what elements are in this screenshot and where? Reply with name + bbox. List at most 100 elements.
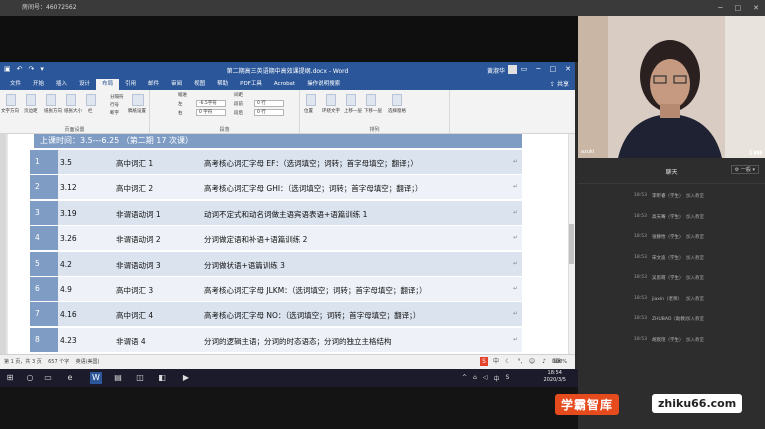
page-indicator[interactable]: 第 1 页，共 3 页 (4, 359, 42, 365)
task-view-icon[interactable]: ▭ (42, 372, 54, 384)
chat-message: 18:53 吴思萌（学生） 加入教室 (578, 268, 765, 289)
left-indent-input[interactable]: -6.5字符 (196, 100, 226, 107)
after-spacing-input[interactable]: 0 行 (254, 109, 284, 116)
text-direction-icon[interactable] (6, 94, 16, 106)
selection-pane-icon[interactable] (392, 94, 402, 106)
document-page[interactable]: 上课时间：3.5---6.25 （第二期 17 次课） 1 3.5 高中词汇 1 高考… (8, 134, 568, 354)
search-icon[interactable]: ○ (24, 372, 36, 384)
row-number: 8 (30, 327, 58, 352)
tab-10[interactable]: PDF工具 (234, 79, 268, 90)
row-number: 6 (30, 276, 58, 301)
ime-mode[interactable]: 中 (493, 374, 499, 383)
margins-icon[interactable] (26, 94, 36, 106)
right-indent-input[interactable]: 0 字符 (196, 109, 226, 116)
moon-icon[interactable]: ☾ (504, 357, 512, 366)
tab-4[interactable]: 布局 (96, 79, 120, 90)
word-app-icon[interactable]: W (90, 372, 102, 384)
position-icon[interactable] (306, 94, 316, 106)
row-content[interactable]: 4.16 高中词汇 4 高考核心词汇字母 NO：（选词填空；词转；首字母填空；翻译；… (58, 302, 522, 327)
row-number: 4 (30, 226, 58, 251)
lesson-category: 高中词汇 2 (116, 184, 154, 194)
mic-icon[interactable]: ♪ (540, 357, 548, 366)
ribbon-options-icon[interactable]: ▭ (521, 65, 528, 73)
app-icon[interactable]: ◫ (134, 372, 146, 384)
tab-6[interactable]: 邮件 (142, 79, 165, 90)
screen: 房间号：46072562 ─ □ ✕ ▣ ↶ ↷ ▾ 第二期高三英语期中高效课提… (0, 0, 765, 429)
group-arrange: 位置 环绕文字 上移一层 下移一层 选择窗格 排列 (300, 90, 450, 134)
chat-filter-select[interactable]: ⚙ 一般 ▾ (730, 165, 759, 174)
breaks-button[interactable]: 分隔符 (110, 94, 124, 100)
settings-icon: ⚙ (734, 167, 740, 173)
row-content[interactable]: 3.12 高中词汇 2 高考核心词汇字母 GHI：（选词填空；词转；首字母填空；翻译… (58, 175, 522, 200)
minimize-icon[interactable]: ─ (536, 65, 540, 73)
avatar[interactable] (508, 65, 517, 74)
hyphenation-button[interactable]: 断字 (110, 110, 119, 116)
row-content[interactable]: 3.26 非谓语动词 2 分词做定语和补语+语篇训练 2 ↵ (58, 226, 522, 251)
ime-mode[interactable]: 中 (492, 357, 500, 366)
emoji-icon[interactable]: ☺ (528, 357, 536, 366)
line-numbers-button[interactable]: 行号 (110, 102, 119, 108)
tab-12[interactable]: 操作说明搜索 (301, 79, 346, 90)
row-content[interactable]: 3.5 高中词汇 1 高考核心词汇字母 EF：（选词填空；词转；首字母填空；翻译；）… (58, 150, 522, 174)
row-content[interactable]: 3.19 非谓语动词 1 动词不定式和动名词做主语宾语表语+语篇训练 1 ↵ (58, 200, 522, 225)
tab-0[interactable]: 文件 (4, 79, 27, 90)
tab-7[interactable]: 审阅 (165, 79, 188, 90)
size-icon[interactable] (66, 94, 76, 106)
tab-1[interactable]: 开始 (27, 79, 50, 90)
edge-icon[interactable]: e (64, 372, 76, 384)
tab-5[interactable]: 引用 (119, 79, 142, 90)
tab-8[interactable]: 视图 (188, 79, 211, 90)
maximize-icon[interactable]: □ (550, 65, 557, 73)
message-time: 18:53 (634, 193, 647, 198)
maximize-icon[interactable]: □ (735, 0, 742, 16)
network-icon[interactable]: ⌂ (473, 374, 477, 383)
punctuation-icon[interactable]: °, (516, 357, 524, 366)
minimize-icon[interactable]: ─ (718, 0, 722, 16)
tray-expand-icon[interactable]: ^ (462, 374, 467, 383)
share-button[interactable]: ⇪ 共享 (550, 79, 569, 88)
volume-icon[interactable]: ◁ (483, 374, 488, 383)
message-action: 加入教室 (686, 317, 704, 322)
bring-forward-icon[interactable] (346, 94, 356, 106)
language-indicator[interactable]: 英语(美国) (76, 359, 100, 365)
orientation-icon[interactable] (46, 94, 56, 106)
close-icon[interactable]: ✕ (753, 0, 759, 16)
mic-icon[interactable]: 🎙▮▮▮ (747, 150, 762, 156)
before-spacing-input[interactable]: 0 行 (254, 100, 284, 107)
row-content[interactable]: 4.23 非谓语 4 分词的逻辑主语；分词的时态语态；分词的独立主格结构 ↵ (58, 327, 522, 352)
ime-logo-icon[interactable]: S (480, 357, 488, 366)
wrap-text-icon[interactable] (326, 94, 336, 106)
media-app-icon[interactable]: ▶ (180, 372, 192, 384)
app-icon[interactable]: ◧ (156, 372, 168, 384)
cell-end-mark-icon: ↵ (512, 335, 518, 343)
message-user: jiaxin（老师） (652, 296, 683, 302)
message-action: 加入教室 (686, 296, 704, 302)
send-backward-icon[interactable] (366, 94, 376, 106)
message-action: 加入教室 (686, 235, 704, 240)
cell-end-mark-icon: ↵ (512, 284, 518, 292)
close-icon[interactable]: ✕ (565, 65, 571, 73)
zoom-level[interactable]: 100% (553, 355, 567, 369)
row-content[interactable]: 4.9 高中词汇 3 高考核心词汇字母 JLKM：（选词填空；词转；首字母填空；翻译… (58, 276, 522, 301)
row-content[interactable]: 4.2 非谓语动词 3 分词做状语+语篇训练 3 ↵ (58, 251, 522, 276)
ribbon-button-label: 文字方向 (1, 109, 19, 114)
message-user: 宋文迪（学生） (652, 255, 684, 261)
lesson-description: 高考核心词汇字母 NO：（选词填空；词转；首字母填空；翻译；） (204, 311, 421, 321)
vertical-scrollbar[interactable] (568, 134, 575, 354)
file-explorer-icon[interactable]: ▤ (112, 372, 124, 384)
tab-9[interactable]: 帮助 (211, 79, 234, 90)
left-indent-label: 左 (178, 102, 183, 107)
scrollbar-thumb[interactable] (569, 224, 574, 264)
document-area[interactable]: 上课时间：3.5---6.25 （第二期 17 次课） 1 3.5 高中词汇 1 高考… (0, 134, 575, 354)
columns-icon[interactable] (86, 94, 96, 106)
taskbar-clock[interactable]: 18:54 2020/3/5 (544, 370, 566, 384)
app-tray-icon[interactable]: S (505, 374, 509, 383)
tab-2[interactable]: 插入 (50, 79, 73, 90)
word-count[interactable]: 657 个字 (48, 359, 69, 365)
windows-start-icon[interactable]: ⊞ (4, 372, 16, 384)
draft-paper-icon[interactable] (132, 94, 144, 106)
user-name[interactable]: 黄淑华 (487, 66, 505, 75)
tab-11[interactable]: Acrobat (268, 79, 301, 90)
table-row: 2 3.12 高中词汇 2 高考核心词汇字母 GHI：（选词填空；词转；首字母填空；翻… (30, 175, 522, 200)
tab-3[interactable]: 设计 (73, 79, 96, 90)
